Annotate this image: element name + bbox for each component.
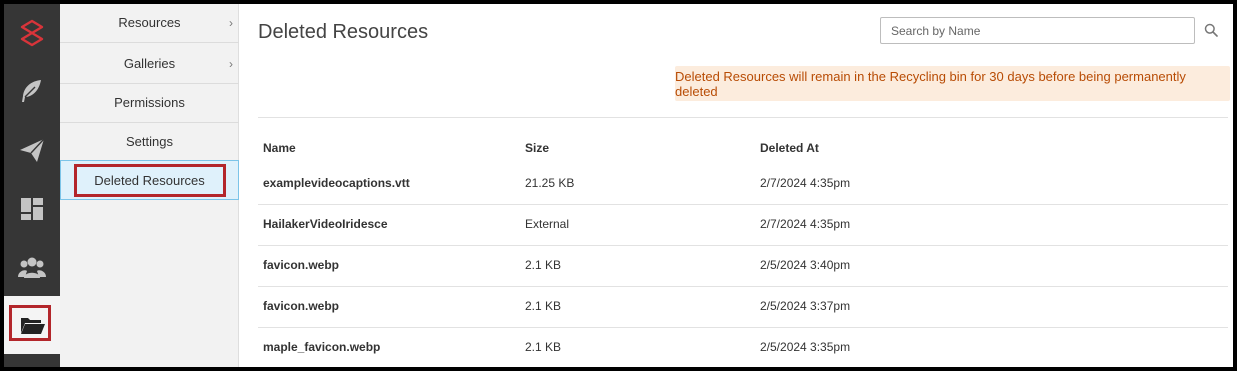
- dashboard-icon: [21, 198, 43, 220]
- cell-size: 2.1 KB: [525, 340, 562, 354]
- highlight-box: [9, 305, 51, 341]
- table-row[interactable]: maple_favicon.webp 2.1 KB 2/5/2024 3:35p…: [258, 328, 1228, 367]
- cell-deleted-at: 2/7/2024 4:35pm: [760, 176, 851, 190]
- retention-notice: Deleted Resources will remain in the Rec…: [675, 66, 1230, 101]
- chevron-right-icon: ›: [229, 16, 233, 30]
- column-header-deleted-at[interactable]: Deleted At: [760, 141, 819, 155]
- table-row[interactable]: examplevideocaptions.vtt 21.25 KB 2/7/20…: [258, 164, 1228, 205]
- column-header-name[interactable]: Name: [263, 141, 296, 155]
- logo-icon: [20, 19, 44, 47]
- submenu-item-label: Permissions: [114, 95, 185, 110]
- rail-publish[interactable]: [4, 121, 60, 179]
- cell-name: examplevideocaptions.vtt: [263, 176, 410, 190]
- users-icon: [18, 257, 46, 278]
- rail-resources[interactable]: [4, 296, 60, 354]
- rail-dashboard[interactable]: [4, 180, 60, 238]
- divider: [258, 117, 1228, 118]
- submenu-item-label: Galleries: [123, 56, 176, 71]
- icon-rail: [4, 4, 60, 367]
- highlight-box: [74, 164, 226, 197]
- cell-size: External: [525, 217, 570, 231]
- rail-content[interactable]: [4, 62, 60, 120]
- main-content: Deleted Resources Deleted Resources will…: [240, 4, 1233, 367]
- submenu-item-galleries[interactable]: Galleries ›: [60, 44, 239, 84]
- chevron-right-icon: ›: [229, 57, 233, 71]
- cell-size: 2.1 KB: [525, 258, 562, 272]
- resources-submenu: Resources › Galleries › Permissions Sett…: [60, 4, 239, 367]
- app-window: Resources › Galleries › Permissions Sett…: [4, 4, 1233, 367]
- cell-deleted-at: 2/7/2024 4:35pm: [760, 217, 851, 231]
- cell-name: favicon.webp: [263, 258, 340, 272]
- cell-size: 21.25 KB: [525, 176, 575, 190]
- page-title: Deleted Resources: [258, 21, 429, 43]
- submenu-item-deleted-resources[interactable]: Deleted Resources: [60, 160, 239, 200]
- table-row[interactable]: favicon.webp 2.1 KB 2/5/2024 3:40pm: [258, 246, 1228, 287]
- paper-plane-icon: [20, 138, 45, 162]
- cell-size: 2.1 KB: [525, 299, 562, 313]
- rail-users[interactable]: [4, 238, 60, 296]
- submenu-item-resources[interactable]: Resources ›: [60, 4, 239, 43]
- cell-deleted-at: 2/5/2024 3:35pm: [760, 340, 851, 354]
- submenu-item-settings[interactable]: Settings: [60, 122, 239, 162]
- column-header-size[interactable]: Size: [525, 141, 549, 155]
- table-row[interactable]: HailakerVideoIridesce External 2/7/2024 …: [258, 205, 1228, 246]
- search-input[interactable]: [880, 17, 1195, 44]
- search-button[interactable]: [1201, 20, 1221, 40]
- cell-deleted-at: 2/5/2024 3:40pm: [760, 258, 851, 272]
- cell-name: maple_favicon.webp: [263, 340, 381, 354]
- cell-deleted-at: 2/5/2024 3:37pm: [760, 299, 851, 313]
- submenu-item-permissions[interactable]: Permissions: [60, 83, 239, 123]
- feather-icon: [22, 80, 41, 102]
- submenu-item-label: Resources: [118, 15, 181, 30]
- search-icon: [1204, 23, 1218, 37]
- cell-name: favicon.webp: [263, 299, 340, 313]
- rail-logo[interactable]: [4, 4, 60, 62]
- submenu-item-label: Settings: [126, 134, 173, 149]
- table-row[interactable]: favicon.webp 2.1 KB 2/5/2024 3:37pm: [258, 287, 1228, 328]
- cell-name: HailakerVideoIridesce: [263, 217, 388, 231]
